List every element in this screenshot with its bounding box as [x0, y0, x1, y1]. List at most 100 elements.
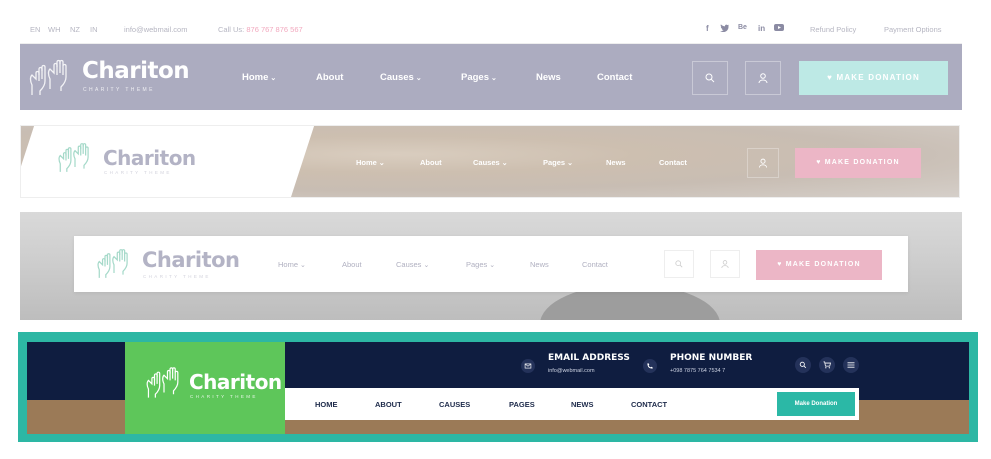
nav-causes[interactable]: Causes ⌄: [396, 260, 429, 269]
nav-news[interactable]: NEWS: [571, 400, 594, 409]
nav-news[interactable]: News: [536, 72, 561, 83]
search-icon: [705, 73, 715, 83]
facebook-icon[interactable]: f: [706, 24, 709, 33]
twitter-icon[interactable]: [720, 24, 729, 34]
heart-icon: ♥: [827, 73, 834, 82]
make-donation-button[interactable]: ♥ MAKE DONATION: [799, 61, 948, 95]
header4: Chariton CHARITY THEME EMAIL ADDRESS inf…: [27, 342, 969, 434]
nav-home[interactable]: Home ⌄: [242, 72, 276, 83]
account-button[interactable]: [710, 250, 740, 278]
hamburger-icon: [847, 362, 855, 368]
heart-icon: ♥: [816, 159, 822, 166]
logo-title[interactable]: Chariton: [142, 248, 240, 272]
header4-logo-panel: Chariton CHARITY THEME: [125, 342, 285, 434]
header1-topbar: EN WH NZ IN info@webmail.com Call Us: 87…: [20, 14, 962, 44]
nav-home[interactable]: Home ⌄: [278, 260, 306, 269]
cart-button[interactable]: [819, 357, 835, 373]
heart-icon: ♥: [777, 261, 783, 268]
nav-pages-label: Pages: [466, 260, 488, 269]
search-button[interactable]: [692, 61, 728, 95]
cart-icon: [823, 361, 831, 369]
header1-mainbar: Chariton CHARITY THEME Home ⌄ About Cause…: [20, 44, 962, 110]
nav-pages-label: Pages: [461, 72, 489, 83]
chevron-down-icon: ⌄: [270, 75, 277, 82]
nav-pages[interactable]: Pages ⌄: [543, 158, 573, 167]
nav-home[interactable]: Home ⌄: [356, 158, 385, 167]
logo-subtitle: CHARITY THEME: [104, 170, 172, 175]
phone-icon: [643, 359, 657, 373]
nav-about[interactable]: About: [420, 158, 442, 167]
header-styles-showcase: EN WH NZ IN info@webmail.com Call Us: 87…: [0, 0, 991, 459]
chevron-down-icon: ⌄: [501, 160, 508, 167]
nav-about[interactable]: ABOUT: [375, 400, 402, 409]
topbar-call: Call Us: 876 767 876 567: [218, 25, 303, 34]
nav-about[interactable]: About: [316, 72, 343, 83]
nav-contact[interactable]: CONTACT: [631, 400, 667, 409]
youtube-icon[interactable]: [774, 24, 784, 33]
nav-contact[interactable]: Contact: [659, 158, 687, 167]
nav-contact[interactable]: Contact: [582, 260, 608, 269]
nav-pages[interactable]: Pages ⌄: [466, 260, 495, 269]
email-value[interactable]: info@webmail.com: [548, 368, 595, 374]
nav-news[interactable]: News: [530, 260, 549, 269]
user-icon: [758, 158, 768, 168]
nav-about[interactable]: About: [342, 260, 362, 269]
logo-title[interactable]: Chariton: [82, 58, 190, 84]
nav-news[interactable]: News: [606, 158, 626, 167]
header3-bar: Chariton CHARITY THEME Home ⌄ About Cause…: [74, 236, 908, 292]
nav-home-label: Home: [242, 72, 269, 83]
lang-in-link[interactable]: IN: [90, 25, 98, 34]
chevron-down-icon: ⌄: [567, 160, 573, 167]
make-donation-button[interactable]: Make Donation: [777, 392, 855, 416]
lang-en-link[interactable]: EN: [30, 25, 40, 34]
lang-nz-link[interactable]: NZ: [70, 25, 80, 34]
behance-icon[interactable]: Be: [738, 24, 747, 31]
nav-pages[interactable]: PAGES: [509, 400, 535, 409]
search-button[interactable]: [664, 250, 694, 278]
nav-causes-label: Causes: [396, 260, 422, 269]
nav-causes[interactable]: Causes ⌄: [473, 158, 508, 167]
header2: Chariton CHARITY THEME Home ⌄ About Cause…: [20, 125, 960, 198]
donate-label: MAKE DONATION: [836, 73, 920, 82]
search-button[interactable]: [795, 357, 811, 373]
nav-home-label: Home: [278, 260, 299, 269]
header4-frame: Chariton CHARITY THEME EMAIL ADDRESS inf…: [18, 332, 978, 442]
logo-title[interactable]: Chariton: [189, 370, 282, 394]
email-icon: [521, 359, 535, 373]
nav-contact[interactable]: Contact: [597, 72, 632, 83]
hands-logo-icon: [28, 59, 72, 102]
search-icon: [799, 361, 807, 369]
call-number[interactable]: 876 767 876 567: [246, 25, 302, 34]
account-button[interactable]: [747, 148, 779, 178]
hands-logo-icon: [145, 366, 183, 405]
payment-options-link[interactable]: Payment Options: [884, 25, 942, 34]
account-button[interactable]: [745, 61, 781, 95]
chevron-down-icon: ⌄: [378, 160, 385, 167]
nav-causes[interactable]: CAUSES: [439, 400, 470, 409]
header4-navbar: HOME ABOUT CAUSES PAGES NEWS CONTACT Mak…: [285, 388, 859, 420]
nav-pages[interactable]: Pages ⌄: [461, 72, 497, 83]
linkedin-icon[interactable]: in: [758, 24, 765, 33]
logo-subtitle: CHARITY THEME: [143, 274, 211, 279]
logo-title[interactable]: Chariton: [103, 146, 196, 170]
topbar-email[interactable]: info@webmail.com: [124, 25, 187, 34]
nav-home[interactable]: HOME: [315, 400, 338, 409]
chevron-down-icon: ⌄: [489, 262, 496, 269]
make-donation-button[interactable]: ♥ MAKE DONATION: [795, 148, 921, 178]
email-title: EMAIL ADDRESS: [548, 353, 630, 363]
logo-subtitle: CHARITY THEME: [83, 87, 155, 93]
phone-value[interactable]: +098 7875 764 7534 7: [670, 368, 725, 374]
phone-title: PHONE NUMBER: [670, 353, 753, 363]
nav-pages-label: Pages: [543, 158, 566, 167]
donate-label: MAKE DONATION: [785, 261, 861, 268]
nav-causes-label: Causes: [380, 72, 414, 83]
lang-wh-link[interactable]: WH: [48, 25, 61, 34]
make-donation-button[interactable]: ♥ MAKE DONATION: [756, 250, 882, 280]
menu-button[interactable]: [843, 357, 859, 373]
nav-home-label: Home: [356, 158, 377, 167]
nav-causes[interactable]: Causes ⌄: [380, 72, 422, 83]
nav-causes-label: Causes: [473, 158, 500, 167]
chevron-down-icon: ⌄: [423, 262, 430, 269]
logo-subtitle: CHARITY THEME: [190, 394, 258, 399]
refund-policy-link[interactable]: Refund Policy: [810, 25, 856, 34]
